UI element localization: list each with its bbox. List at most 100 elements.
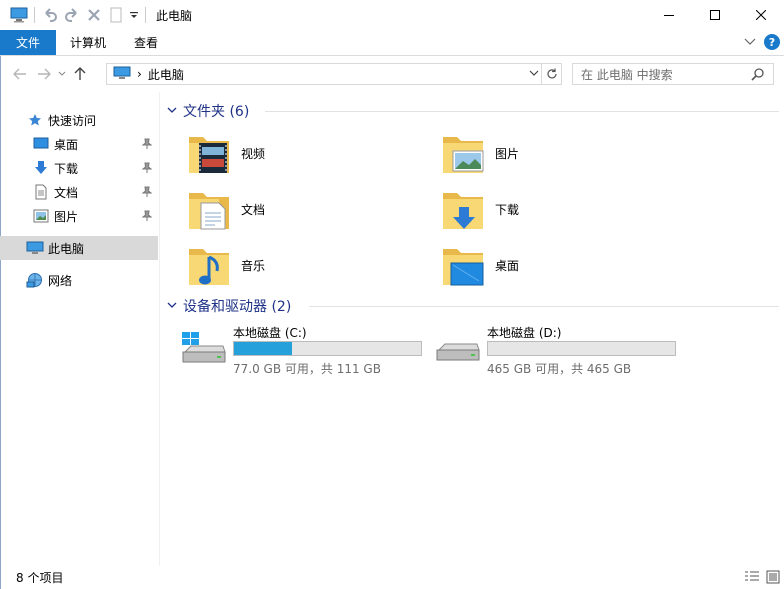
chevron-down-icon[interactable] <box>167 103 177 119</box>
pin-icon <box>141 138 153 153</box>
document-icon <box>32 183 50 201</box>
recent-locations-button[interactable] <box>56 62 68 86</box>
chevron-down-icon[interactable] <box>167 298 177 314</box>
ribbon-tabs: 文件 计算机 查看 ? <box>0 30 784 56</box>
sidebar-item-label: 文档 <box>54 185 79 200</box>
maximize-button[interactable] <box>692 0 738 30</box>
network-icon <box>26 271 44 289</box>
breadcrumb-separator[interactable]: › <box>137 67 142 81</box>
customize-toolbar-icon[interactable] <box>127 4 141 26</box>
sidebar-item-label: 图片 <box>54 209 79 224</box>
search-box[interactable]: 在 此电脑 中搜索 <box>572 63 774 85</box>
drives-group-header[interactable]: 设备和驱动器 (2) <box>167 295 779 317</box>
item-count: 8 个项目 <box>16 571 64 585</box>
drive-item-d[interactable]: 本地磁盘 (D:) 465 GB 可用，共 465 GB <box>433 324 683 376</box>
drive-free-space: 465 GB 可用，共 465 GB <box>487 362 632 376</box>
address-dropdown-icon[interactable] <box>529 66 539 83</box>
forward-button[interactable] <box>32 62 56 86</box>
large-icons-view-icon[interactable] <box>766 570 780 587</box>
pin-icon <box>141 210 153 225</box>
view-switcher <box>744 570 780 587</box>
tab-computer[interactable]: 计算机 <box>56 30 120 55</box>
expand-ribbon-icon[interactable] <box>744 35 756 49</box>
toolbar-divider <box>34 7 35 23</box>
redo-icon[interactable] <box>61 4 83 26</box>
help-icon[interactable]: ? <box>764 34 780 50</box>
search-icon[interactable] <box>751 67 765 84</box>
toolbar-divider <box>145 7 146 23</box>
desktop-icon <box>32 135 50 153</box>
title-bar: 此电脑 <box>0 0 784 30</box>
group-divider <box>265 111 779 112</box>
drive-item-c[interactable]: 本地磁盘 (C:) 77.0 GB 可用，共 111 GB <box>179 324 429 376</box>
desktop-folder-icon <box>439 241 487 289</box>
up-button[interactable] <box>68 62 92 86</box>
breadcrumb-item[interactable]: 此电脑 <box>148 66 184 83</box>
download-folder-icon <box>439 185 487 233</box>
sidebar-item-label: 下载 <box>54 161 79 176</box>
folder-name: 下载 <box>495 202 520 217</box>
address-bar[interactable]: › 此电脑 <box>106 63 562 85</box>
drive-name: 本地磁盘 (C:) <box>233 326 307 340</box>
drive-usage-fill <box>234 342 292 355</box>
breadcrumb: › 此电脑 <box>113 66 184 83</box>
folders-group-header[interactable]: 文件夹 (6) <box>167 100 779 122</box>
search-input[interactable]: 在 此电脑 中搜索 <box>581 66 673 83</box>
sidebar-item-network[interactable]: 网络 <box>0 268 158 292</box>
tab-view[interactable]: 查看 <box>120 30 172 55</box>
system-drive-icon <box>179 330 227 370</box>
sidebar-item-label: 快速访问 <box>48 113 97 128</box>
video-folder-icon <box>185 129 233 177</box>
sidebar-item-pictures[interactable]: 图片 <box>0 204 158 228</box>
quick-access-toolbar <box>0 0 150 30</box>
back-button[interactable] <box>8 62 32 86</box>
computer-icon[interactable] <box>8 4 30 26</box>
pin-icon <box>141 162 153 177</box>
sidebar-item-label: 网络 <box>48 273 73 288</box>
folder-item-downloads[interactable]: 下载 <box>439 184 639 234</box>
folder-name: 桌面 <box>495 258 520 273</box>
folder-item-music[interactable]: 音乐 <box>185 240 385 290</box>
properties-icon[interactable] <box>105 4 127 26</box>
picture-icon <box>32 207 50 225</box>
music-folder-icon <box>185 241 233 289</box>
sidebar-item-documents[interactable]: 文档 <box>0 180 158 204</box>
delete-icon[interactable] <box>83 4 105 26</box>
drive-usage-bar <box>233 341 422 356</box>
drive-usage-bar <box>487 341 676 356</box>
folder-item-documents[interactable]: 文档 <box>185 184 385 234</box>
undo-icon[interactable] <box>39 4 61 26</box>
window-title: 此电脑 <box>156 8 193 23</box>
status-bar: 8 个项目 <box>0 566 784 589</box>
window-controls <box>646 0 784 30</box>
group-title: 文件夹 (6) <box>183 104 250 120</box>
drive-icon <box>433 330 481 370</box>
content-pane: 文件夹 (6) 视频 图片 文档 下载 音乐 桌面 设备和驱动器 (2) 本地磁… <box>161 92 784 566</box>
folder-name: 视频 <box>241 146 266 161</box>
sidebar-item-label: 此电脑 <box>48 241 85 256</box>
folder-item-pictures[interactable]: 图片 <box>439 128 639 178</box>
group-title: 设备和驱动器 (2) <box>183 299 292 315</box>
sidebar-item-this-pc[interactable]: 此电脑 <box>0 236 158 260</box>
details-view-icon[interactable] <box>744 570 760 587</box>
folder-name: 图片 <box>495 146 520 161</box>
download-icon <box>32 159 50 177</box>
picture-folder-icon <box>439 129 487 177</box>
pin-icon <box>141 186 153 201</box>
folder-item-videos[interactable]: 视频 <box>185 128 385 178</box>
refresh-button[interactable] <box>541 64 561 84</box>
sidebar-item-quick-access[interactable]: 快速访问 <box>0 108 158 132</box>
close-button[interactable] <box>738 0 784 30</box>
tab-file[interactable]: 文件 <box>0 30 56 55</box>
navigation-bar: › 此电脑 在 此电脑 中搜索 <box>0 57 784 91</box>
document-folder-icon <box>185 185 233 233</box>
computer-icon <box>113 66 131 83</box>
sidebar-item-downloads[interactable]: 下载 <box>0 156 158 180</box>
folder-name: 文档 <box>241 202 266 217</box>
star-icon <box>26 111 44 129</box>
drive-free-space: 77.0 GB 可用，共 111 GB <box>233 362 381 376</box>
sidebar-item-label: 桌面 <box>54 137 79 152</box>
folder-item-desktop[interactable]: 桌面 <box>439 240 639 290</box>
sidebar-item-desktop[interactable]: 桌面 <box>0 132 158 156</box>
minimize-button[interactable] <box>646 0 692 30</box>
